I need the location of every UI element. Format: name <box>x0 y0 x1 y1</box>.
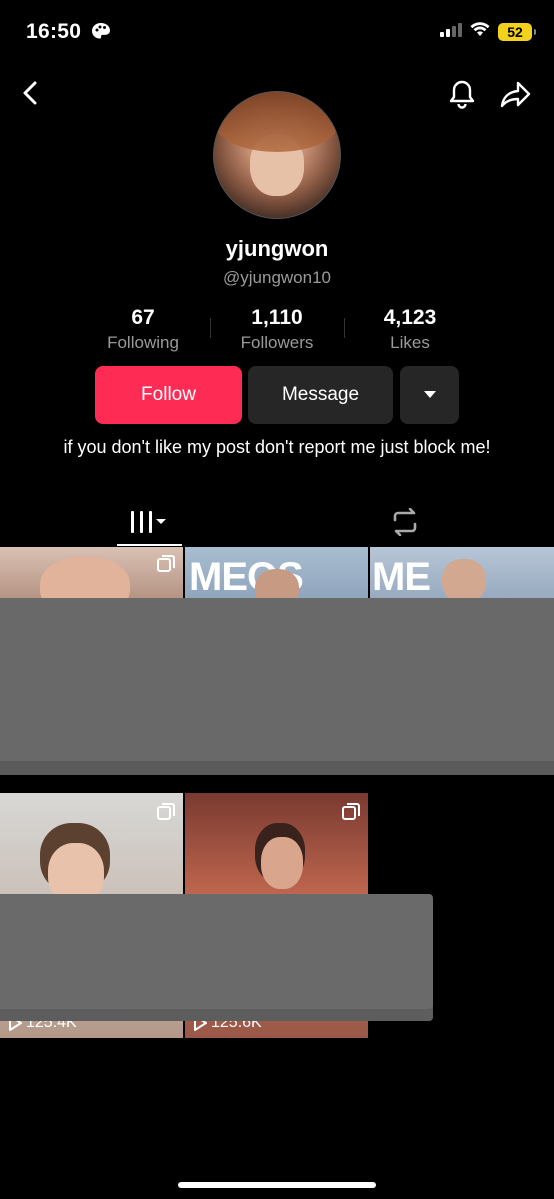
video-thumbnail[interactable]: MEOS <box>185 547 368 599</box>
bio: if you don't like my post don't report m… <box>63 437 491 457</box>
share-button[interactable] <box>499 78 533 110</box>
multi-photo-icon <box>157 803 175 820</box>
clock-text: 16:50 <box>26 20 82 43</box>
video-thumbnail[interactable] <box>0 547 183 599</box>
avatar[interactable] <box>213 91 341 219</box>
wifi-icon <box>470 22 490 42</box>
battery-icon: 52 <box>498 23 536 41</box>
stat-followers[interactable]: 1,110 Followers <box>227 306 327 353</box>
video-thumbnail[interactable]: ME <box>370 547 554 599</box>
tab-reposts[interactable] <box>385 504 425 540</box>
likes-label: Likes <box>390 333 430 352</box>
caret-down-icon <box>423 391 436 398</box>
likes-count: 4,123 <box>383 306 437 329</box>
suggested-accounts-button[interactable] <box>400 366 459 424</box>
avatar-hair <box>214 92 340 152</box>
user-handle: @yjungwon10 <box>223 268 331 287</box>
back-button[interactable] <box>16 78 46 108</box>
multi-photo-icon <box>157 555 175 572</box>
following-count: 67 <box>131 306 155 329</box>
notifications-button[interactable] <box>447 78 477 110</box>
status-time: 16:50 <box>26 20 111 46</box>
stat-following[interactable]: 67 Following <box>93 306 193 353</box>
obscuring-overlay <box>0 894 433 1021</box>
message-button[interactable]: Message <box>248 366 393 424</box>
follow-button[interactable]: Follow <box>95 366 242 424</box>
followers-count: 1,110 <box>251 306 303 329</box>
thumbnail-text: ME <box>372 555 431 599</box>
stat-divider <box>210 318 211 338</box>
following-label: Following <box>107 333 179 352</box>
multi-photo-icon <box>342 803 360 820</box>
bell-icon <box>449 80 475 109</box>
stat-divider <box>344 318 345 338</box>
status-indicators: 52 <box>440 22 536 42</box>
palette-icon <box>91 22 111 46</box>
chevron-left-icon <box>23 81 37 105</box>
stat-likes[interactable]: 4,123 Likes <box>360 306 460 353</box>
grid-columns-icon <box>130 511 166 533</box>
username: yjungwon <box>225 236 329 261</box>
obscuring-overlay <box>0 598 554 775</box>
share-arrow-icon <box>500 81 531 108</box>
repost-icon <box>393 508 417 536</box>
cellular-signal-icon <box>440 22 462 42</box>
home-indicator[interactable] <box>178 1182 376 1188</box>
tab-videos[interactable] <box>117 500 182 546</box>
followers-label: Followers <box>240 333 314 352</box>
battery-level: 52 <box>507 24 523 40</box>
